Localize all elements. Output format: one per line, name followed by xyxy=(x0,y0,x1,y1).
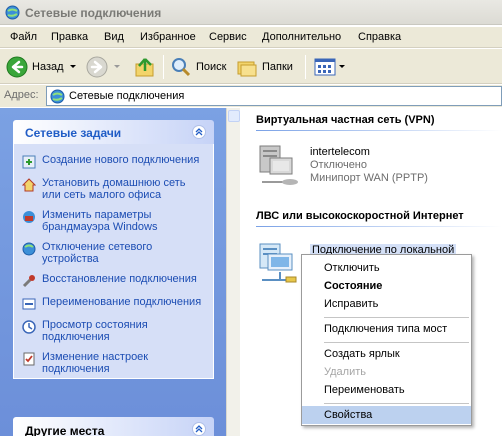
task-disable-device[interactable]: Отключение сетевого устройства xyxy=(22,241,207,265)
lan-group-header: ЛВС или высокоскоростной Интернет xyxy=(256,210,464,222)
settings-checklist-icon xyxy=(23,352,35,366)
task-label: Восстановление подключения xyxy=(42,273,197,285)
menu-item-delete: Удалить xyxy=(324,366,366,378)
menu-view[interactable]: Вид xyxy=(104,31,124,43)
views-icon xyxy=(314,58,336,75)
task-label: Установить домашнюю сеть или сеть малого… xyxy=(42,177,186,201)
toolbar-separator xyxy=(305,55,306,79)
views-button[interactable] xyxy=(314,53,345,80)
new-connection-icon xyxy=(22,155,36,169)
up-folder-button[interactable] xyxy=(134,53,156,80)
vpn-connection-status: Отключено xyxy=(310,159,367,171)
left-pane-scrollbar[interactable] xyxy=(226,108,240,436)
lan-connection-icon xyxy=(259,243,297,283)
title-bar: Сетевые подключения xyxy=(0,0,502,25)
other-places-header[interactable]: Другие места xyxy=(13,417,214,436)
task-label: Просмотр состояния подключения xyxy=(42,319,148,343)
task-change-settings[interactable]: Изменение настроек подключения xyxy=(22,351,207,375)
context-menu: Отключить Состояние Исправить Подключени… xyxy=(301,254,472,426)
search-icon xyxy=(172,57,191,76)
menu-edit[interactable]: Правка xyxy=(51,31,88,43)
search-label: Поиск xyxy=(196,60,227,73)
address-value: Сетевые подключения xyxy=(69,90,185,102)
vpn-connection-intertelecom[interactable]: intertelecom Отключено Минипорт WAN (PPT… xyxy=(256,142,476,192)
firewall-icon xyxy=(23,211,35,223)
scroll-up-button[interactable] xyxy=(228,110,240,122)
back-arrow-icon xyxy=(6,56,28,77)
disable-network-icon xyxy=(22,242,36,256)
task-view-status[interactable]: Просмотр состояния подключения xyxy=(22,319,207,343)
forward-arrow-icon xyxy=(86,56,108,77)
home-network-icon xyxy=(22,178,36,192)
menu-file[interactable]: Файл xyxy=(10,31,37,43)
menu-item-bridge-connections[interactable]: Подключения типа мост xyxy=(302,320,471,338)
search-button[interactable]: Поиск xyxy=(170,53,226,80)
task-label: Изменение настроек подключения xyxy=(42,351,149,375)
menu-item-rename[interactable]: Переименовать xyxy=(302,381,471,399)
views-dropdown-icon[interactable] xyxy=(339,65,345,68)
group-divider xyxy=(256,130,502,131)
window-title: Сетевые подключения xyxy=(25,6,162,20)
menu-item-status[interactable]: Состояние xyxy=(302,277,471,295)
task-new-connection[interactable]: Создание нового подключения xyxy=(22,154,207,169)
task-repair-connection[interactable]: Восстановление подключения xyxy=(22,273,207,288)
collapse-chevron-icon[interactable] xyxy=(192,422,206,436)
menu-item-properties[interactable]: Свойства xyxy=(302,406,471,424)
menu-item-disable[interactable]: Отключить xyxy=(302,259,471,277)
menu-separator xyxy=(324,317,469,318)
network-tasks-list: Создание нового подключения Установить д… xyxy=(13,144,214,379)
other-places-title: Другие места xyxy=(25,424,105,436)
menu-separator xyxy=(324,403,469,404)
vpn-connection-name: intertelecom xyxy=(310,146,370,158)
menu-advanced[interactable]: Дополнительно xyxy=(262,31,341,43)
toolbar-separator xyxy=(163,55,164,79)
menu-bar: Файл Правка Вид Избранное Сервис Дополни… xyxy=(0,27,502,48)
network-tasks-panel: Сетевые задачи Создание нового подключен… xyxy=(13,120,214,379)
forward-dropdown-icon[interactable] xyxy=(114,65,120,68)
folders-button[interactable]: Папки xyxy=(236,53,293,80)
folders-label: Папки xyxy=(262,60,293,73)
address-bar: Адрес: Сетевые подключения xyxy=(0,85,502,107)
task-label: Переименование подключения xyxy=(42,296,202,308)
menu-favorites[interactable]: Избранное xyxy=(140,31,196,43)
vpn-group-header: Виртуальная частная сеть (VPN) xyxy=(256,114,435,126)
network-connections-icon xyxy=(5,5,20,20)
address-field[interactable]: Сетевые подключения xyxy=(46,86,502,106)
forward-button[interactable] xyxy=(86,53,120,80)
task-rename-connection[interactable]: Переименование подключения xyxy=(22,296,207,311)
group-divider xyxy=(256,226,502,227)
vpn-connection-device: Минипорт WAN (PPTP) xyxy=(310,172,428,184)
repair-wrench-icon xyxy=(22,275,35,288)
network-tasks-header[interactable]: Сетевые задачи xyxy=(13,120,214,144)
rename-icon xyxy=(22,298,36,310)
up-folder-icon xyxy=(135,57,154,76)
task-firewall-settings[interactable]: Изменить параметры брандмауэра Windows xyxy=(22,209,207,233)
collapse-chevron-icon[interactable] xyxy=(192,125,206,139)
menu-item-repair[interactable]: Исправить xyxy=(302,295,471,313)
menu-help[interactable]: Справка xyxy=(358,31,401,43)
address-label: Адрес: xyxy=(4,89,39,101)
menu-separator xyxy=(324,342,469,343)
task-label: Изменить параметры брандмауэра Windows xyxy=(42,209,158,233)
network-connections-icon xyxy=(50,89,65,104)
back-button[interactable]: Назад xyxy=(6,53,76,80)
vpn-connection-icon xyxy=(259,145,298,185)
network-tasks-title: Сетевые задачи xyxy=(25,126,122,140)
menu-tools[interactable]: Сервис xyxy=(209,31,247,43)
status-icon xyxy=(22,320,36,334)
folders-icon xyxy=(237,61,257,76)
task-home-network[interactable]: Установить домашнюю сеть или сеть малого… xyxy=(22,177,207,201)
back-label: Назад xyxy=(32,60,64,73)
left-task-pane: Сетевые задачи Создание нового подключен… xyxy=(0,108,240,436)
menu-item-create-shortcut[interactable]: Создать ярлык xyxy=(302,345,471,363)
back-dropdown-icon[interactable] xyxy=(69,65,76,68)
task-label: Отключение сетевого устройства xyxy=(42,241,153,265)
task-label: Создание нового подключения xyxy=(42,154,200,166)
toolbar: Назад Поиск Папки xyxy=(0,49,502,84)
